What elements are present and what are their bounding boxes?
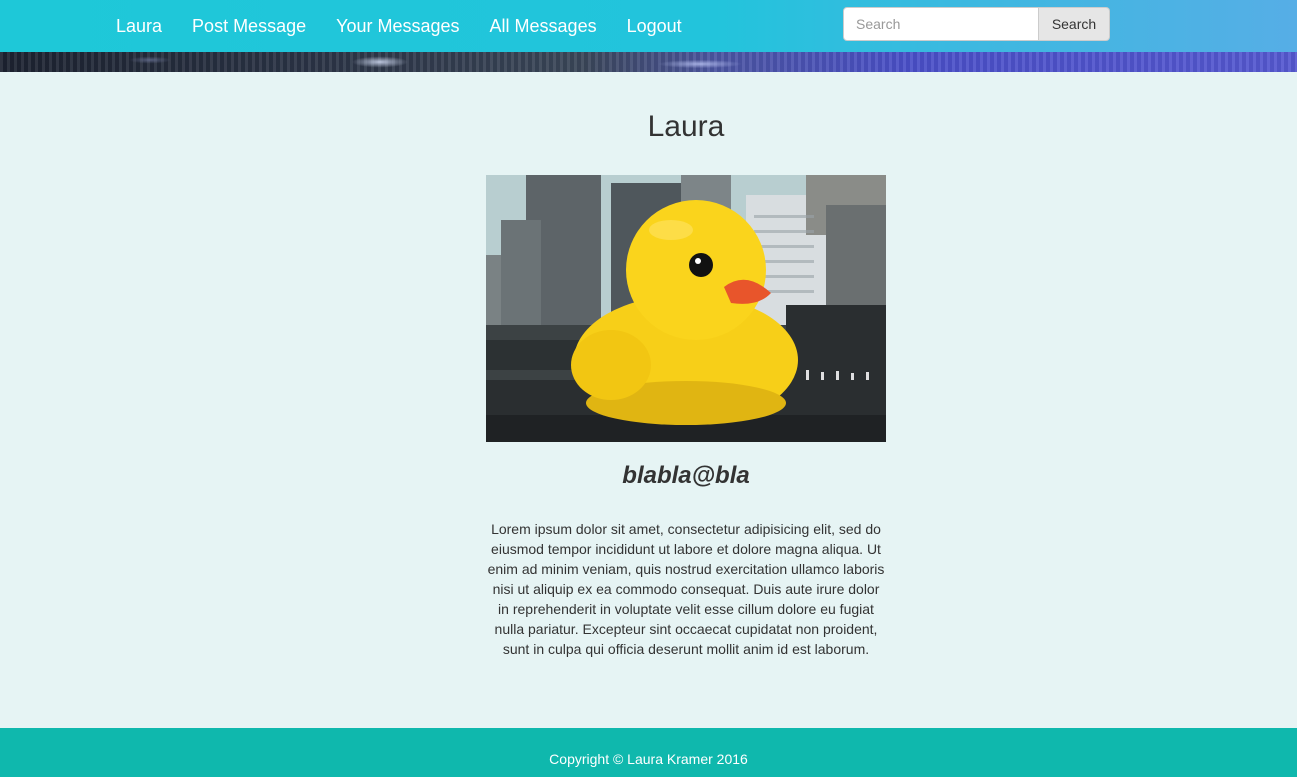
- footer-copyright: Copyright © Laura Kramer 2016: [549, 750, 748, 767]
- nav-link-profile[interactable]: Laura: [101, 2, 177, 50]
- profile-photo: [486, 175, 886, 442]
- search-button[interactable]: Search: [1039, 7, 1110, 41]
- nav-link-post-message[interactable]: Post Message: [177, 2, 321, 50]
- search-input[interactable]: [843, 7, 1039, 41]
- top-navbar: Laura Post Message Your Messages All Mes…: [0, 0, 1297, 52]
- nav-links: Laura Post Message Your Messages All Mes…: [101, 0, 697, 52]
- nav-link-your-messages[interactable]: Your Messages: [321, 2, 474, 50]
- nav-link-all-messages[interactable]: All Messages: [475, 2, 612, 50]
- header-banner-image: [0, 52, 1297, 72]
- profile-main: Laura blabla@bla Lorem ipsum dolor sit a…: [0, 72, 1297, 728]
- nav-link-logout[interactable]: Logout: [612, 2, 697, 50]
- search-form: Search: [843, 7, 1110, 41]
- page-footer: Copyright © Laura Kramer 2016: [0, 728, 1297, 777]
- profile-name: Laura: [647, 110, 725, 143]
- profile-bio: Lorem ipsum dolor sit amet, consectetur …: [487, 521, 885, 657]
- profile-email: blabla@bla: [622, 462, 750, 489]
- rubber-duck-photo: [486, 175, 886, 442]
